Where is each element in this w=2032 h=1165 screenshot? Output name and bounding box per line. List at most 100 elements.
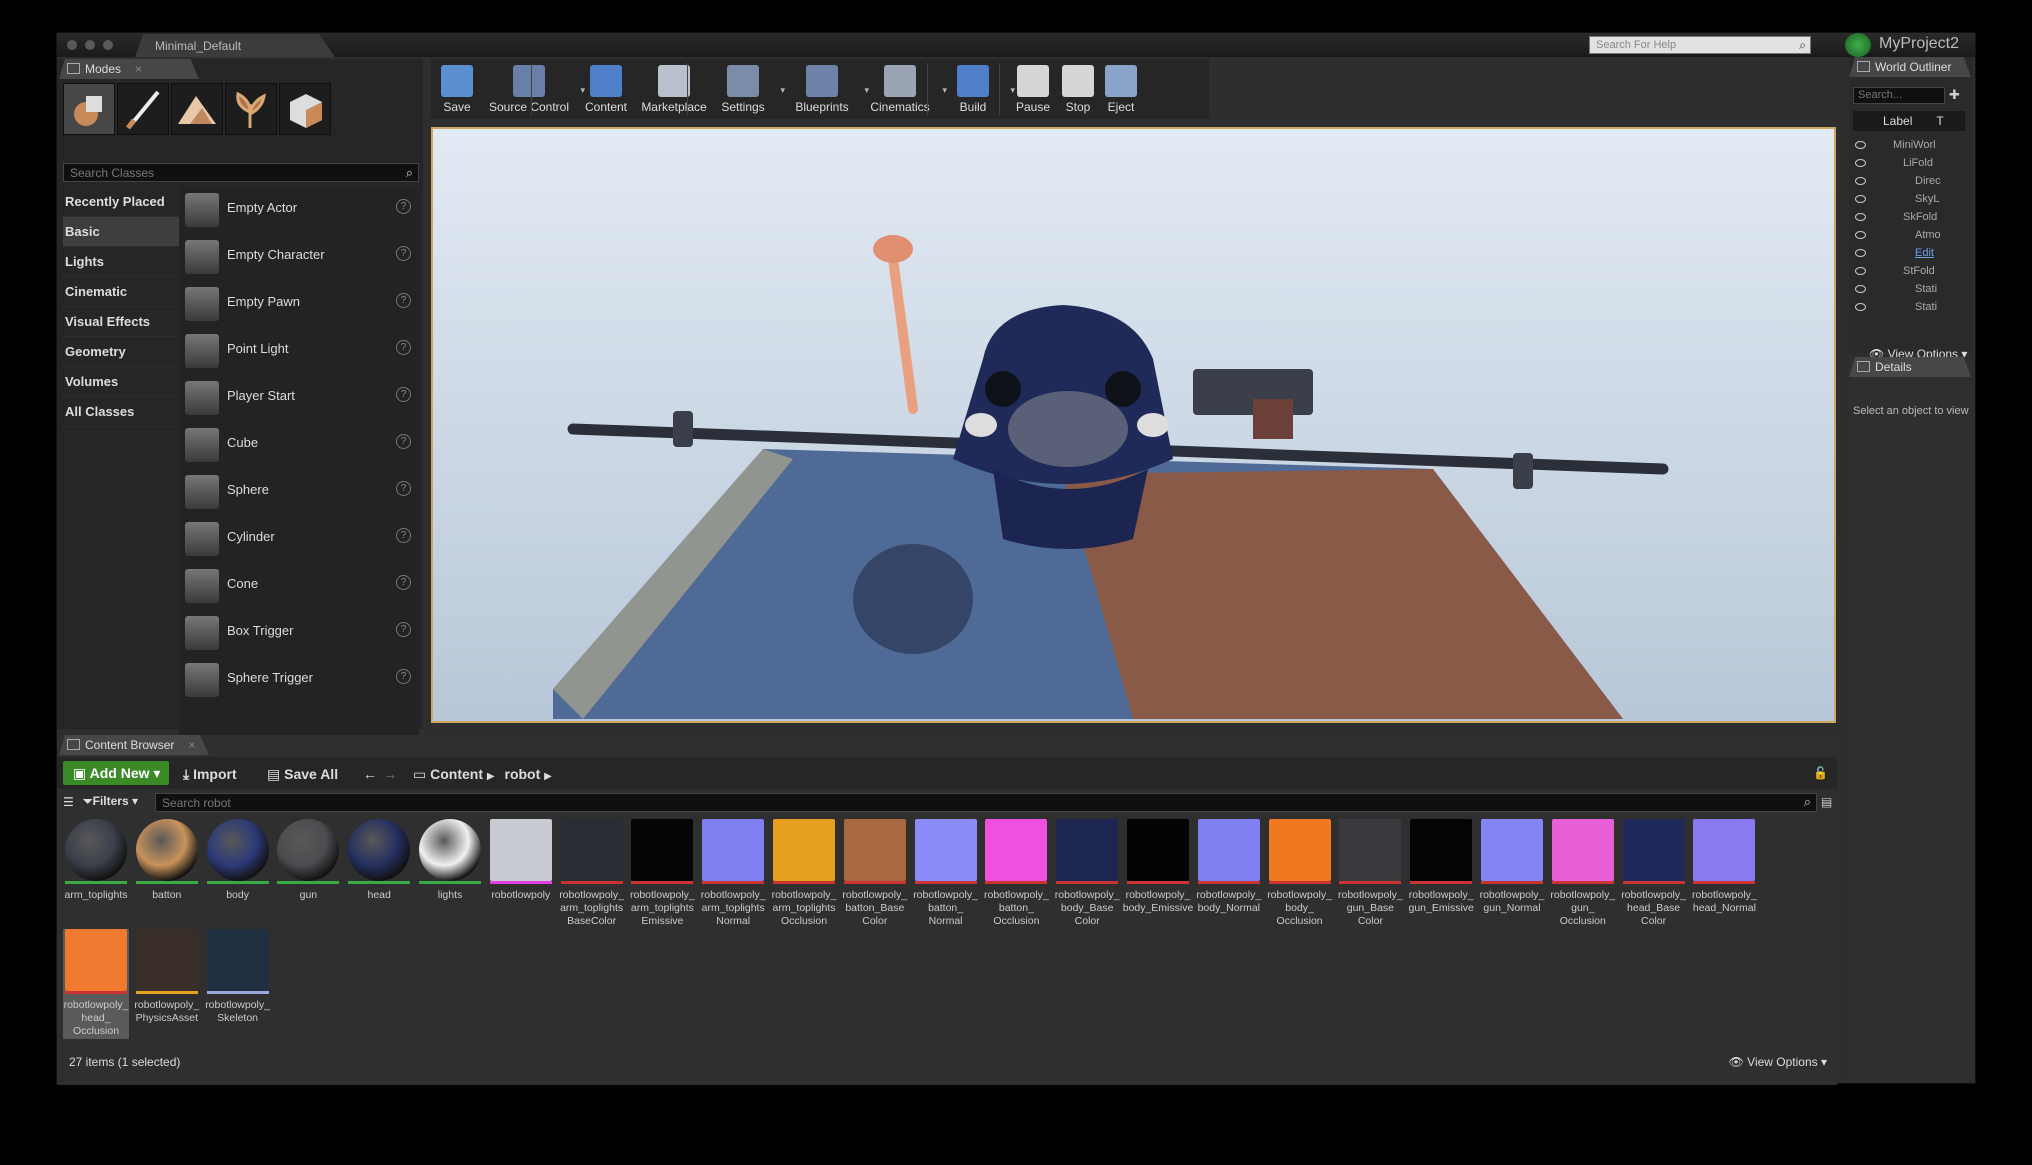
- asset-tile[interactable]: robotlowpoly_ head_Base Color: [1621, 819, 1687, 929]
- help-icon[interactable]: ?: [396, 669, 411, 684]
- asset-tile[interactable]: robotlowpoly: [488, 819, 554, 929]
- breadcrumb-robot[interactable]: robot: [505, 766, 541, 782]
- chevron-right-icon[interactable]: ▶: [487, 771, 495, 782]
- placeable-item[interactable]: Empty Actor?: [179, 187, 419, 234]
- toolbar-save-button[interactable]: Save: [437, 59, 477, 119]
- help-icon[interactable]: ?: [396, 340, 411, 355]
- help-icon[interactable]: ?: [396, 199, 411, 214]
- category-geometry[interactable]: Geometry: [63, 337, 179, 367]
- asset-tile[interactable]: robotlowpoly_ body_Base Color: [1054, 819, 1120, 929]
- outliner-row[interactable]: StFold: [1853, 263, 1963, 281]
- save-search-icon[interactable]: ▤: [1821, 795, 1832, 809]
- toolbar-blueprints-button[interactable]: Blueprints ▾: [787, 59, 869, 119]
- placeable-item[interactable]: Empty Pawn?: [179, 281, 419, 328]
- asset-tile[interactable]: robotlowpoly_ arm_toplights Occlusion: [771, 819, 837, 929]
- toolbar-content-button[interactable]: Content: [581, 59, 631, 119]
- asset-tile[interactable]: robotlowpoly_ batton_ Occlusion: [983, 819, 1049, 929]
- placeable-item[interactable]: Empty Character?: [179, 234, 419, 281]
- category-lights[interactable]: Lights: [63, 247, 179, 277]
- level-viewport[interactable]: [431, 127, 1836, 723]
- asset-tile[interactable]: head: [346, 819, 412, 929]
- add-new-button[interactable]: ▣ Add New ▾: [63, 761, 169, 785]
- visibility-eye-icon[interactable]: [1855, 303, 1866, 311]
- asset-tile[interactable]: robotlowpoly_ head_ Occlusion: [63, 929, 129, 1039]
- toolbar-pause-button[interactable]: Pause: [1013, 59, 1053, 119]
- tab-modes[interactable]: Modes ×: [59, 59, 199, 79]
- visibility-eye-icon[interactable]: [1855, 267, 1866, 275]
- help-icon[interactable]: ?: [396, 622, 411, 637]
- breadcrumb-content[interactable]: Content: [430, 766, 483, 782]
- outliner-row[interactable]: LiFold: [1853, 155, 1963, 173]
- placeable-item[interactable]: Sphere?: [179, 469, 419, 516]
- outliner-row[interactable]: SkyL: [1853, 191, 1963, 209]
- placeable-item[interactable]: Sphere Trigger?: [179, 657, 419, 704]
- place-mode-icon[interactable]: [63, 83, 115, 135]
- asset-tile[interactable]: robotlowpoly_ PhysicsAsset: [134, 929, 200, 1039]
- placeable-item[interactable]: Cone?: [179, 563, 419, 610]
- toolbar-cinematics-button[interactable]: Cinematics ▾: [865, 59, 947, 119]
- asset-tile[interactable]: robotlowpoly_ arm_toplights Emissive: [629, 819, 695, 929]
- help-icon[interactable]: ?: [396, 246, 411, 261]
- outliner-row[interactable]: Stati: [1853, 281, 1963, 299]
- category-cinematic[interactable]: Cinematic: [63, 277, 179, 307]
- lock-icon[interactable]: 🔓: [1813, 766, 1828, 780]
- landscape-mode-icon[interactable]: [171, 83, 223, 135]
- toolbar-settings-button[interactable]: Settings ▾: [713, 59, 785, 119]
- help-icon[interactable]: ?: [396, 434, 411, 449]
- category-volumes[interactable]: Volumes: [63, 367, 179, 397]
- asset-tile[interactable]: arm_toplights: [63, 819, 129, 929]
- asset-tile[interactable]: batton: [134, 819, 200, 929]
- filters-button[interactable]: ⏷Filters ▾: [83, 794, 138, 809]
- asset-tile[interactable]: robotlowpoly_ gun_ Occlusion: [1550, 819, 1616, 929]
- asset-tile[interactable]: gun: [275, 819, 341, 929]
- asset-tile[interactable]: robotlowpoly_ body_Emissive: [1123, 819, 1193, 929]
- source-control-status-icon[interactable]: [1845, 33, 1871, 57]
- asset-tile[interactable]: robotlowpoly_ gun_Emissive: [1408, 819, 1474, 929]
- history-forward-button[interactable]: →: [383, 766, 397, 782]
- close-tab-icon[interactable]: ×: [188, 738, 195, 752]
- asset-tile[interactable]: robotlowpoly_ body_ Occlusion: [1267, 819, 1333, 929]
- tab-details[interactable]: Details: [1849, 357, 1971, 377]
- outliner-search-input[interactable]: Search...: [1853, 87, 1945, 104]
- asset-tile[interactable]: robotlowpoly_ arm_toplights BaseColor: [559, 819, 625, 929]
- outliner-row[interactable]: Direc: [1853, 173, 1963, 191]
- tab-world-outliner[interactable]: World Outliner: [1849, 57, 1971, 77]
- sources-toggle-icon[interactable]: ☰: [63, 795, 74, 809]
- placeable-item[interactable]: Point Light?: [179, 328, 419, 375]
- category-recently-placed[interactable]: Recently Placed: [63, 187, 179, 217]
- outliner-row[interactable]: Stati: [1853, 299, 1963, 317]
- visibility-eye-icon[interactable]: [1855, 231, 1866, 239]
- help-icon[interactable]: ?: [396, 575, 411, 590]
- foliage-mode-icon[interactable]: [225, 83, 277, 135]
- toolbar-source-control-button[interactable]: Source Control ▾: [485, 59, 585, 119]
- visibility-eye-icon[interactable]: [1855, 249, 1866, 257]
- placeable-item[interactable]: Cube?: [179, 422, 419, 469]
- outliner-row[interactable]: Atmo: [1853, 227, 1963, 245]
- asset-tile[interactable]: robotlowpoly_ gun_Base Color: [1337, 819, 1403, 929]
- content-view-options-button[interactable]: 👁 View Options ▾: [1729, 1055, 1827, 1069]
- save-all-button[interactable]: ▤ Save All: [267, 766, 338, 783]
- help-icon[interactable]: ?: [396, 481, 411, 496]
- map-tab[interactable]: Minimal_Default: [135, 34, 335, 57]
- asset-tile[interactable]: robotlowpoly_ Skeleton: [205, 929, 271, 1039]
- visibility-eye-icon[interactable]: [1855, 195, 1866, 203]
- toolbar-eject-button[interactable]: Eject: [1099, 59, 1143, 119]
- toolbar-build-button[interactable]: Build ▾: [943, 59, 1015, 119]
- placeable-item[interactable]: Player Start?: [179, 375, 419, 422]
- geometry-mode-icon[interactable]: [279, 83, 331, 135]
- category-basic[interactable]: Basic: [63, 217, 179, 247]
- category-all-classes[interactable]: All Classes: [63, 397, 179, 427]
- asset-tile[interactable]: robotlowpoly_ gun_Normal: [1479, 819, 1545, 929]
- visibility-eye-icon[interactable]: [1855, 213, 1866, 221]
- category-visual-effects[interactable]: Visual Effects: [63, 307, 179, 337]
- asset-tile[interactable]: robotlowpoly_ body_Normal: [1196, 819, 1262, 929]
- import-button[interactable]: ⤓ Import: [183, 766, 237, 783]
- outliner-row[interactable]: SkFold: [1853, 209, 1963, 227]
- asset-tile[interactable]: body: [205, 819, 271, 929]
- help-icon[interactable]: ?: [396, 293, 411, 308]
- placeable-item[interactable]: Box Trigger?: [179, 610, 419, 657]
- outliner-col-label[interactable]: Label: [1883, 114, 1912, 128]
- chevron-right-icon[interactable]: ▶: [544, 771, 552, 782]
- minimize-window-icon[interactable]: [85, 40, 95, 50]
- help-icon[interactable]: ?: [396, 387, 411, 402]
